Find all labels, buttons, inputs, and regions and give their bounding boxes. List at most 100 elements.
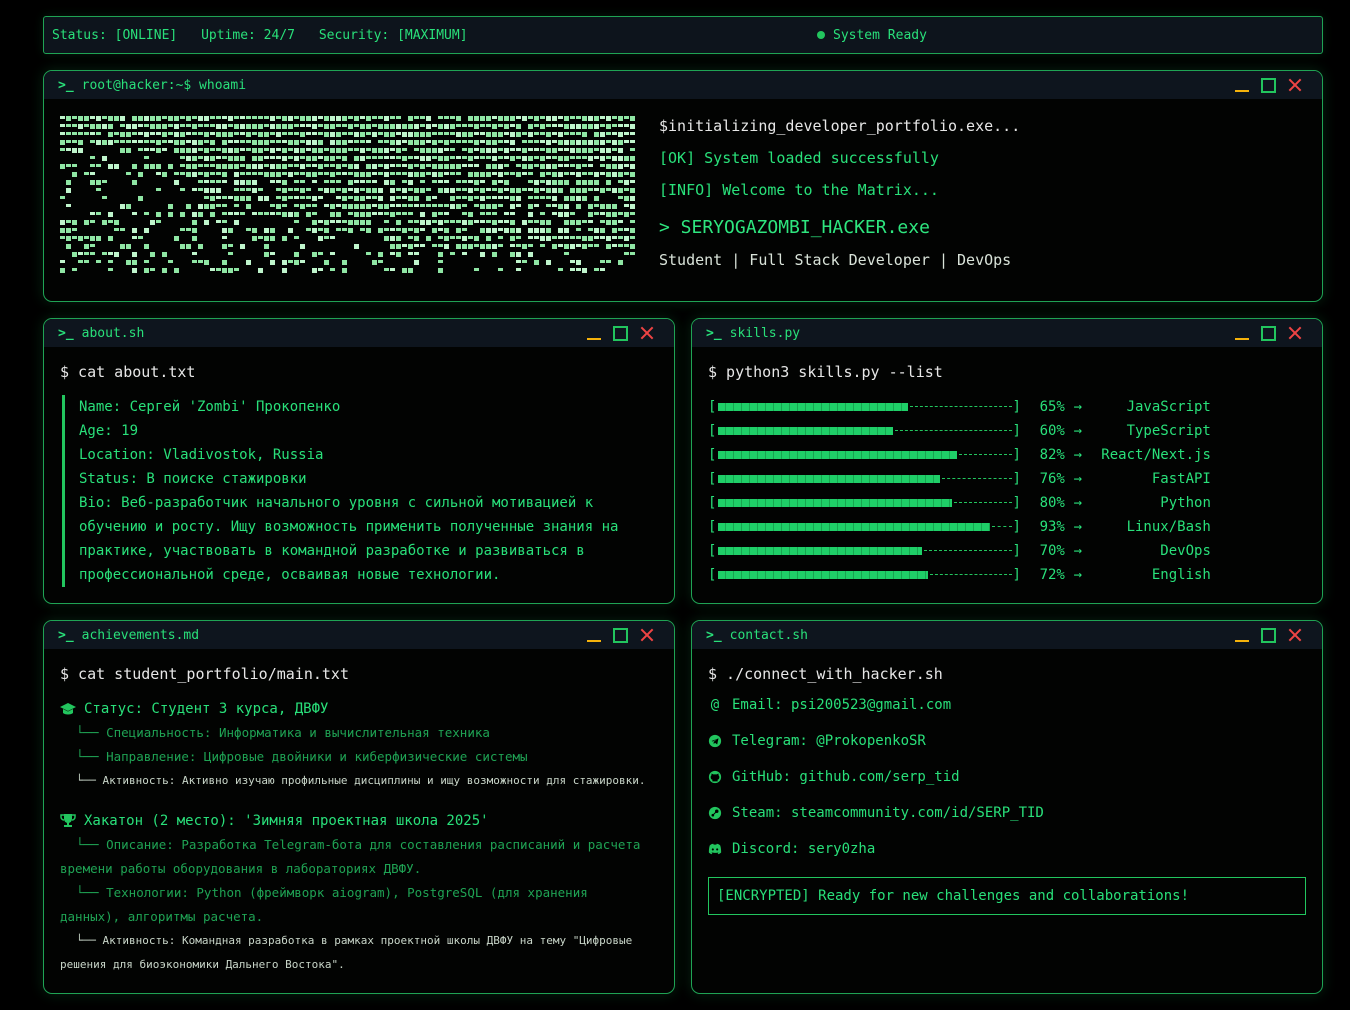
close-icon[interactable] [640,627,654,643]
ascii-art-cell [186,164,191,169]
ascii-art-cell [576,124,581,129]
close-icon[interactable] [1288,627,1302,643]
contact-github[interactable]: GitHub: github.com/serp_tid [708,759,1306,795]
ascii-art-cell [234,140,239,143]
ascii-art-cell [306,204,311,207]
ascii-art-cell [432,212,437,217]
bar-bracket-right: ] [1012,423,1021,439]
maximize-icon[interactable] [613,325,628,341]
ascii-art-cell [390,228,395,231]
skill-row: [] 60% → TypeScript [708,419,1306,443]
ascii-art-cell [324,156,329,161]
ascii-art-cell [282,260,287,265]
ascii-art-cell [246,172,251,175]
ascii-art-cell [546,132,551,137]
close-icon[interactable] [640,325,654,341]
ascii-art-cell [552,236,557,239]
ascii-art-cell [588,204,593,209]
ascii-art-cell [552,172,557,177]
ascii-art-cell [390,212,395,217]
ascii-art-cell [396,204,401,207]
ascii-art-cell [420,204,425,207]
ascii-art-cell [336,172,341,175]
close-icon[interactable] [1288,77,1302,93]
ascii-art-cell [468,132,473,137]
ascii-art-cell [414,244,419,247]
ascii-art-cell [528,204,533,209]
contact-discord[interactable]: Discord: sery0zha [708,831,1306,867]
ascii-art-cell [468,124,473,127]
ascii-art-cell [132,260,137,265]
contact-steam[interactable]: Steam: steamcommunity.com/id/SERP_TID [708,795,1306,831]
ascii-art-cell [336,116,341,121]
ascii-art-cell [120,148,125,153]
ascii-art-cell [324,236,329,239]
ascii-art-cell [366,116,371,121]
ascii-art-cell [102,196,107,199]
ascii-art-cell [366,148,371,151]
minimize-icon[interactable] [587,325,601,341]
ascii-art-cell [414,252,419,255]
ascii-art-cell [612,124,617,127]
ascii-art-cell [270,236,275,241]
maximize-icon[interactable] [613,627,628,643]
ascii-art-cell [114,220,119,225]
ascii-art-cell [522,116,527,121]
ascii-art-cell [528,244,533,247]
ascii-art-cell [294,180,299,183]
ascii-art-cell [276,124,281,129]
contact-email[interactable]: @ Email: psi200523@gmail.com [708,687,1306,723]
ascii-art-cell [480,188,485,193]
ascii-art-cell [606,188,611,191]
arrow-right-icon: → [1073,543,1083,559]
ascii-art-cell [618,116,623,121]
ascii-art-cell [336,124,341,127]
ascii-art-cell [498,236,503,239]
maximize-icon[interactable] [1261,627,1276,643]
ascii-art-cell [618,196,623,199]
minimize-icon[interactable] [587,627,601,643]
ascii-art-cell [600,220,605,223]
about-location: Location: Vladivostok, Russia [79,447,324,463]
bar-bracket-left: [ [708,423,717,439]
ascii-art-cell [228,252,233,255]
ascii-art-cell [474,172,479,177]
ascii-art-cell [348,196,353,199]
ascii-art-cell [156,140,161,145]
ascii-art-cell [312,148,317,153]
ascii-art-cell [126,124,131,129]
ascii-art-cell [504,212,509,215]
ascii-art-cell [216,148,221,151]
ascii-art-cell [426,148,431,153]
ascii-art-cell [282,148,287,153]
ascii-art-cell [534,164,539,167]
ascii-art-cell [576,260,581,265]
maximize-icon[interactable] [1261,77,1276,93]
ascii-art-cell [222,116,227,119]
ascii-art-cell [234,156,239,161]
ascii-art-cell [480,196,485,201]
ascii-art-cell [72,236,77,239]
ascii-art-cell [492,140,497,145]
contact-telegram[interactable]: Telegram: @ProkopenkoSR [708,723,1306,759]
close-icon[interactable] [1288,325,1302,341]
ascii-art-cell [432,124,437,127]
maximize-icon[interactable] [1261,325,1276,341]
ascii-art-cell [366,124,371,129]
minimize-icon[interactable] [1235,325,1249,341]
ascii-art-cell [264,212,269,215]
ascii-art-cell [306,188,311,191]
ascii-art-cell [72,220,77,225]
ascii-art-cell [144,148,149,151]
minimize-icon[interactable] [1235,627,1249,643]
minimize-icon[interactable] [1235,77,1249,93]
ascii-art-cell [228,116,233,121]
ascii-art-cell [540,172,545,177]
ascii-art-cell [102,220,107,225]
ascii-art-cell [516,132,521,137]
ascii-art-cell [474,196,479,199]
ascii-art-cell [108,212,113,217]
ascii-art-cell [156,220,161,223]
ascii-art-cell [486,220,491,223]
ascii-art-cell [156,212,161,217]
